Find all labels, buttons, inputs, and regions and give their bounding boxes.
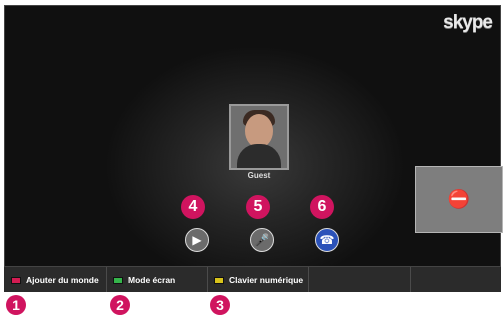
- video-camera-icon: ▶: [192, 233, 202, 247]
- microphone-icon: 🎤: [254, 233, 270, 247]
- screen-mode-label: Mode écran: [128, 275, 176, 285]
- bottom-action-bar: Ajouter du monde Mode écran Clavier numé…: [4, 266, 501, 292]
- screen-mode-button[interactable]: Mode écran: [113, 272, 175, 288]
- avatar-face: [245, 114, 273, 148]
- callout-5: 5: [246, 195, 270, 219]
- callout-4: 4: [181, 195, 205, 219]
- keypad-button[interactable]: Clavier numérique: [214, 272, 303, 288]
- callout-6: 6: [310, 195, 334, 219]
- video-off-icon: ⛔: [447, 189, 471, 209]
- self-video-preview: ⛔: [415, 166, 503, 233]
- contact-name: Guest: [247, 171, 271, 180]
- callout-2: 2: [110, 295, 130, 315]
- callout-3: 3: [210, 295, 230, 315]
- mute-button[interactable]: 🎤: [250, 228, 274, 252]
- hang-up-button[interactable]: ☎: [315, 228, 339, 252]
- add-people-label: Ajouter du monde: [26, 275, 99, 285]
- separator: [308, 267, 309, 292]
- video-toggle-button[interactable]: ▶: [185, 228, 209, 252]
- yellow-key-icon: [214, 276, 224, 284]
- add-people-button[interactable]: Ajouter du monde: [11, 272, 99, 288]
- green-key-icon: [113, 276, 123, 284]
- separator: [207, 267, 208, 292]
- separator: [106, 267, 107, 292]
- separator: [410, 267, 411, 292]
- contact-avatar: [229, 104, 289, 170]
- keypad-label: Clavier numérique: [229, 275, 304, 285]
- callout-1: 1: [6, 295, 26, 315]
- phone-hangup-icon: ☎: [319, 233, 335, 247]
- call-screen: skype Guest ▶ 🎤 ☎ ⛔: [4, 5, 503, 292]
- avatar-body: [237, 144, 281, 168]
- skype-logo: skype: [443, 12, 493, 33]
- red-key-icon: [11, 276, 21, 284]
